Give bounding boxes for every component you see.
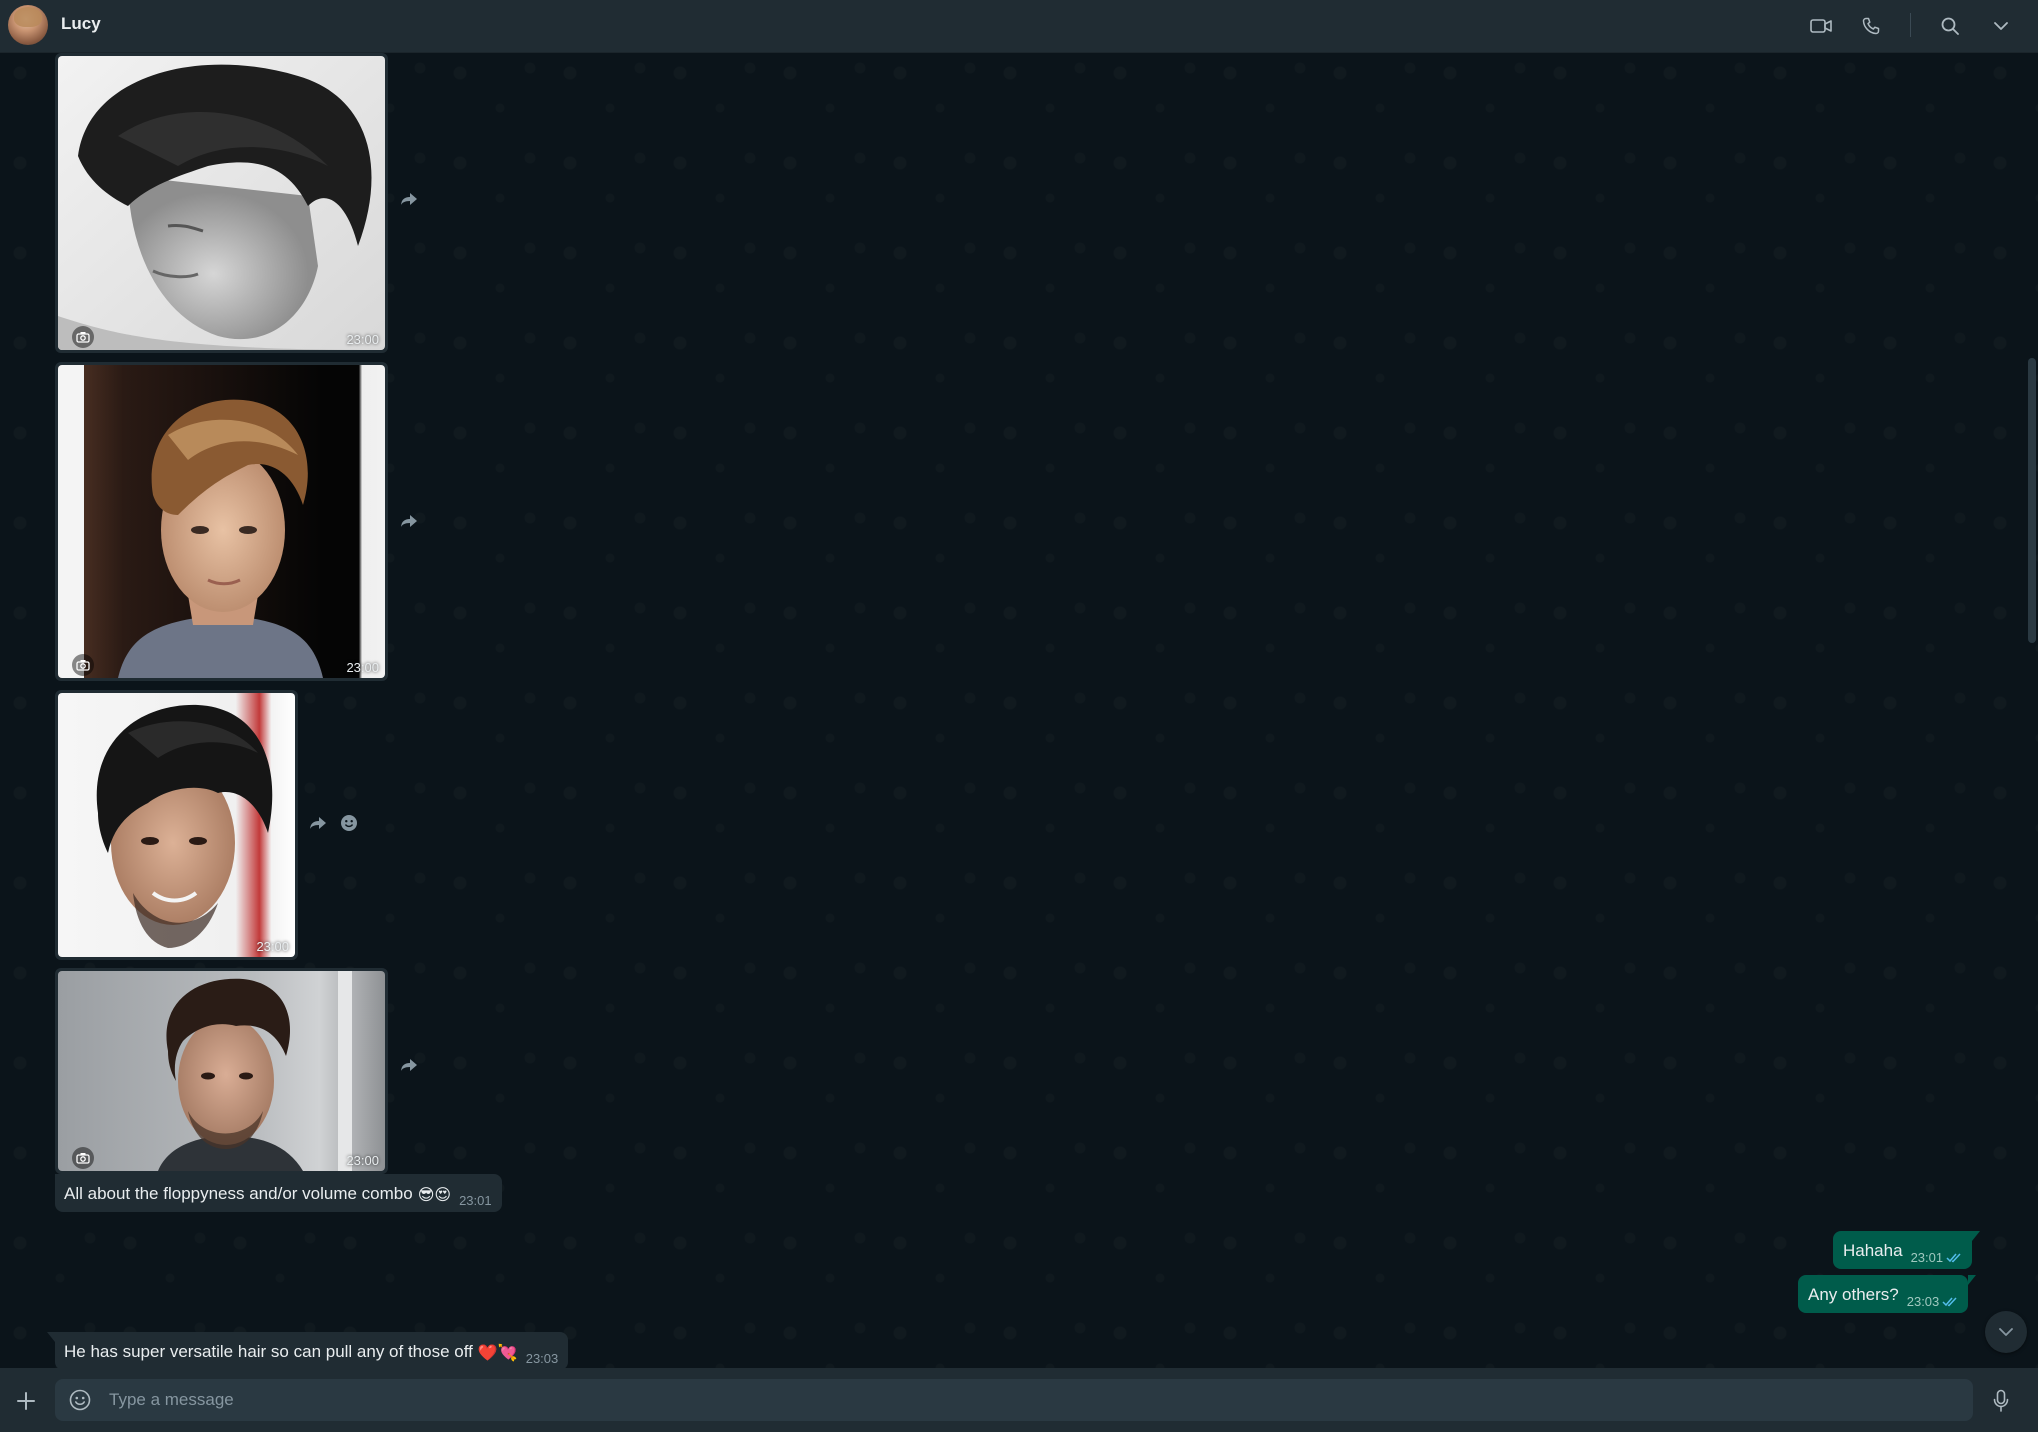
forward-icon[interactable]: [306, 811, 330, 835]
message-time: 23:01: [459, 1193, 492, 1208]
chat-area[interactable]: 23:00 23:00 23:00 23:00 All about the fl…: [0, 53, 2038, 1368]
image-message[interactable]: 23:00: [55, 690, 298, 960]
outgoing-message[interactable]: Hahaha 23:01: [1833, 1231, 1981, 1269]
header-divider: [1910, 13, 1911, 37]
message-time: 23:00: [346, 332, 379, 347]
scroll-to-bottom-button[interactable]: [1985, 1311, 2027, 1353]
emoji-icon[interactable]: [67, 1387, 93, 1413]
photo[interactable]: 23:00: [58, 693, 295, 957]
forward-icon[interactable]: [397, 509, 421, 533]
message-input[interactable]: [93, 1379, 1973, 1421]
message-text: Hahaha: [1843, 1241, 1903, 1260]
microphone-icon[interactable]: [1989, 1386, 2013, 1416]
photo[interactable]: 23:00: [58, 56, 385, 350]
avatar[interactable]: [8, 5, 48, 45]
contact-name[interactable]: Lucy: [61, 14, 101, 34]
incoming-message[interactable]: He has super versatile hair so can pull …: [46, 1332, 569, 1368]
read-receipt-icon: [1942, 1297, 1957, 1307]
message-time: 23:03: [525, 1351, 559, 1366]
message-text: He has super versatile hair so can pull …: [64, 1342, 473, 1361]
image-message[interactable]: 23:00: [55, 53, 388, 353]
message-text: All about the floppyness and/or volume c…: [64, 1184, 413, 1203]
message-text: Any others?: [1808, 1285, 1899, 1304]
camera-icon: [72, 326, 94, 348]
message-time: 23:00: [346, 1153, 379, 1168]
image-message[interactable]: 23:00: [55, 968, 388, 1174]
outgoing-message[interactable]: Any others? 23:03: [1798, 1275, 1977, 1313]
scrollbar[interactable]: [2028, 358, 2036, 643]
message-time: 23:01: [1910, 1250, 1944, 1265]
camera-icon: [72, 654, 94, 676]
search-icon[interactable]: [1937, 13, 1963, 39]
plus-icon[interactable]: [12, 1387, 40, 1415]
forward-icon[interactable]: [397, 1053, 421, 1077]
message-emoji: ❤️💘: [477, 1343, 518, 1362]
composer-bar: [0, 1368, 2038, 1432]
camera-icon: [72, 1147, 94, 1169]
whatsapp-window: Lucy 23:00 23:00 23:00 23:00 All about t…: [0, 0, 2038, 1432]
photo[interactable]: 23:00: [58, 971, 385, 1171]
chat-header: Lucy: [0, 0, 2038, 53]
message-time: 23:03: [1906, 1294, 1940, 1309]
read-receipt-icon: [1946, 1253, 1961, 1263]
chevron-down-icon[interactable]: [1988, 13, 2014, 39]
chevron-down-icon: [1999, 1327, 2013, 1336]
incoming-message[interactable]: All about the floppyness and/or volume c…: [55, 1174, 502, 1212]
voice-call-icon[interactable]: [1858, 13, 1884, 39]
message-composer: [55, 1379, 1973, 1421]
photo[interactable]: 23:00: [58, 365, 385, 678]
forward-icon[interactable]: [397, 187, 421, 211]
message-emoji: 😎😍: [417, 1185, 452, 1204]
image-message[interactable]: 23:00: [55, 362, 388, 681]
message-time: 23:00: [346, 660, 379, 675]
video-call-icon[interactable]: [1808, 13, 1834, 39]
react-emoji-icon[interactable]: [337, 811, 361, 835]
message-time: 23:00: [256, 939, 289, 954]
